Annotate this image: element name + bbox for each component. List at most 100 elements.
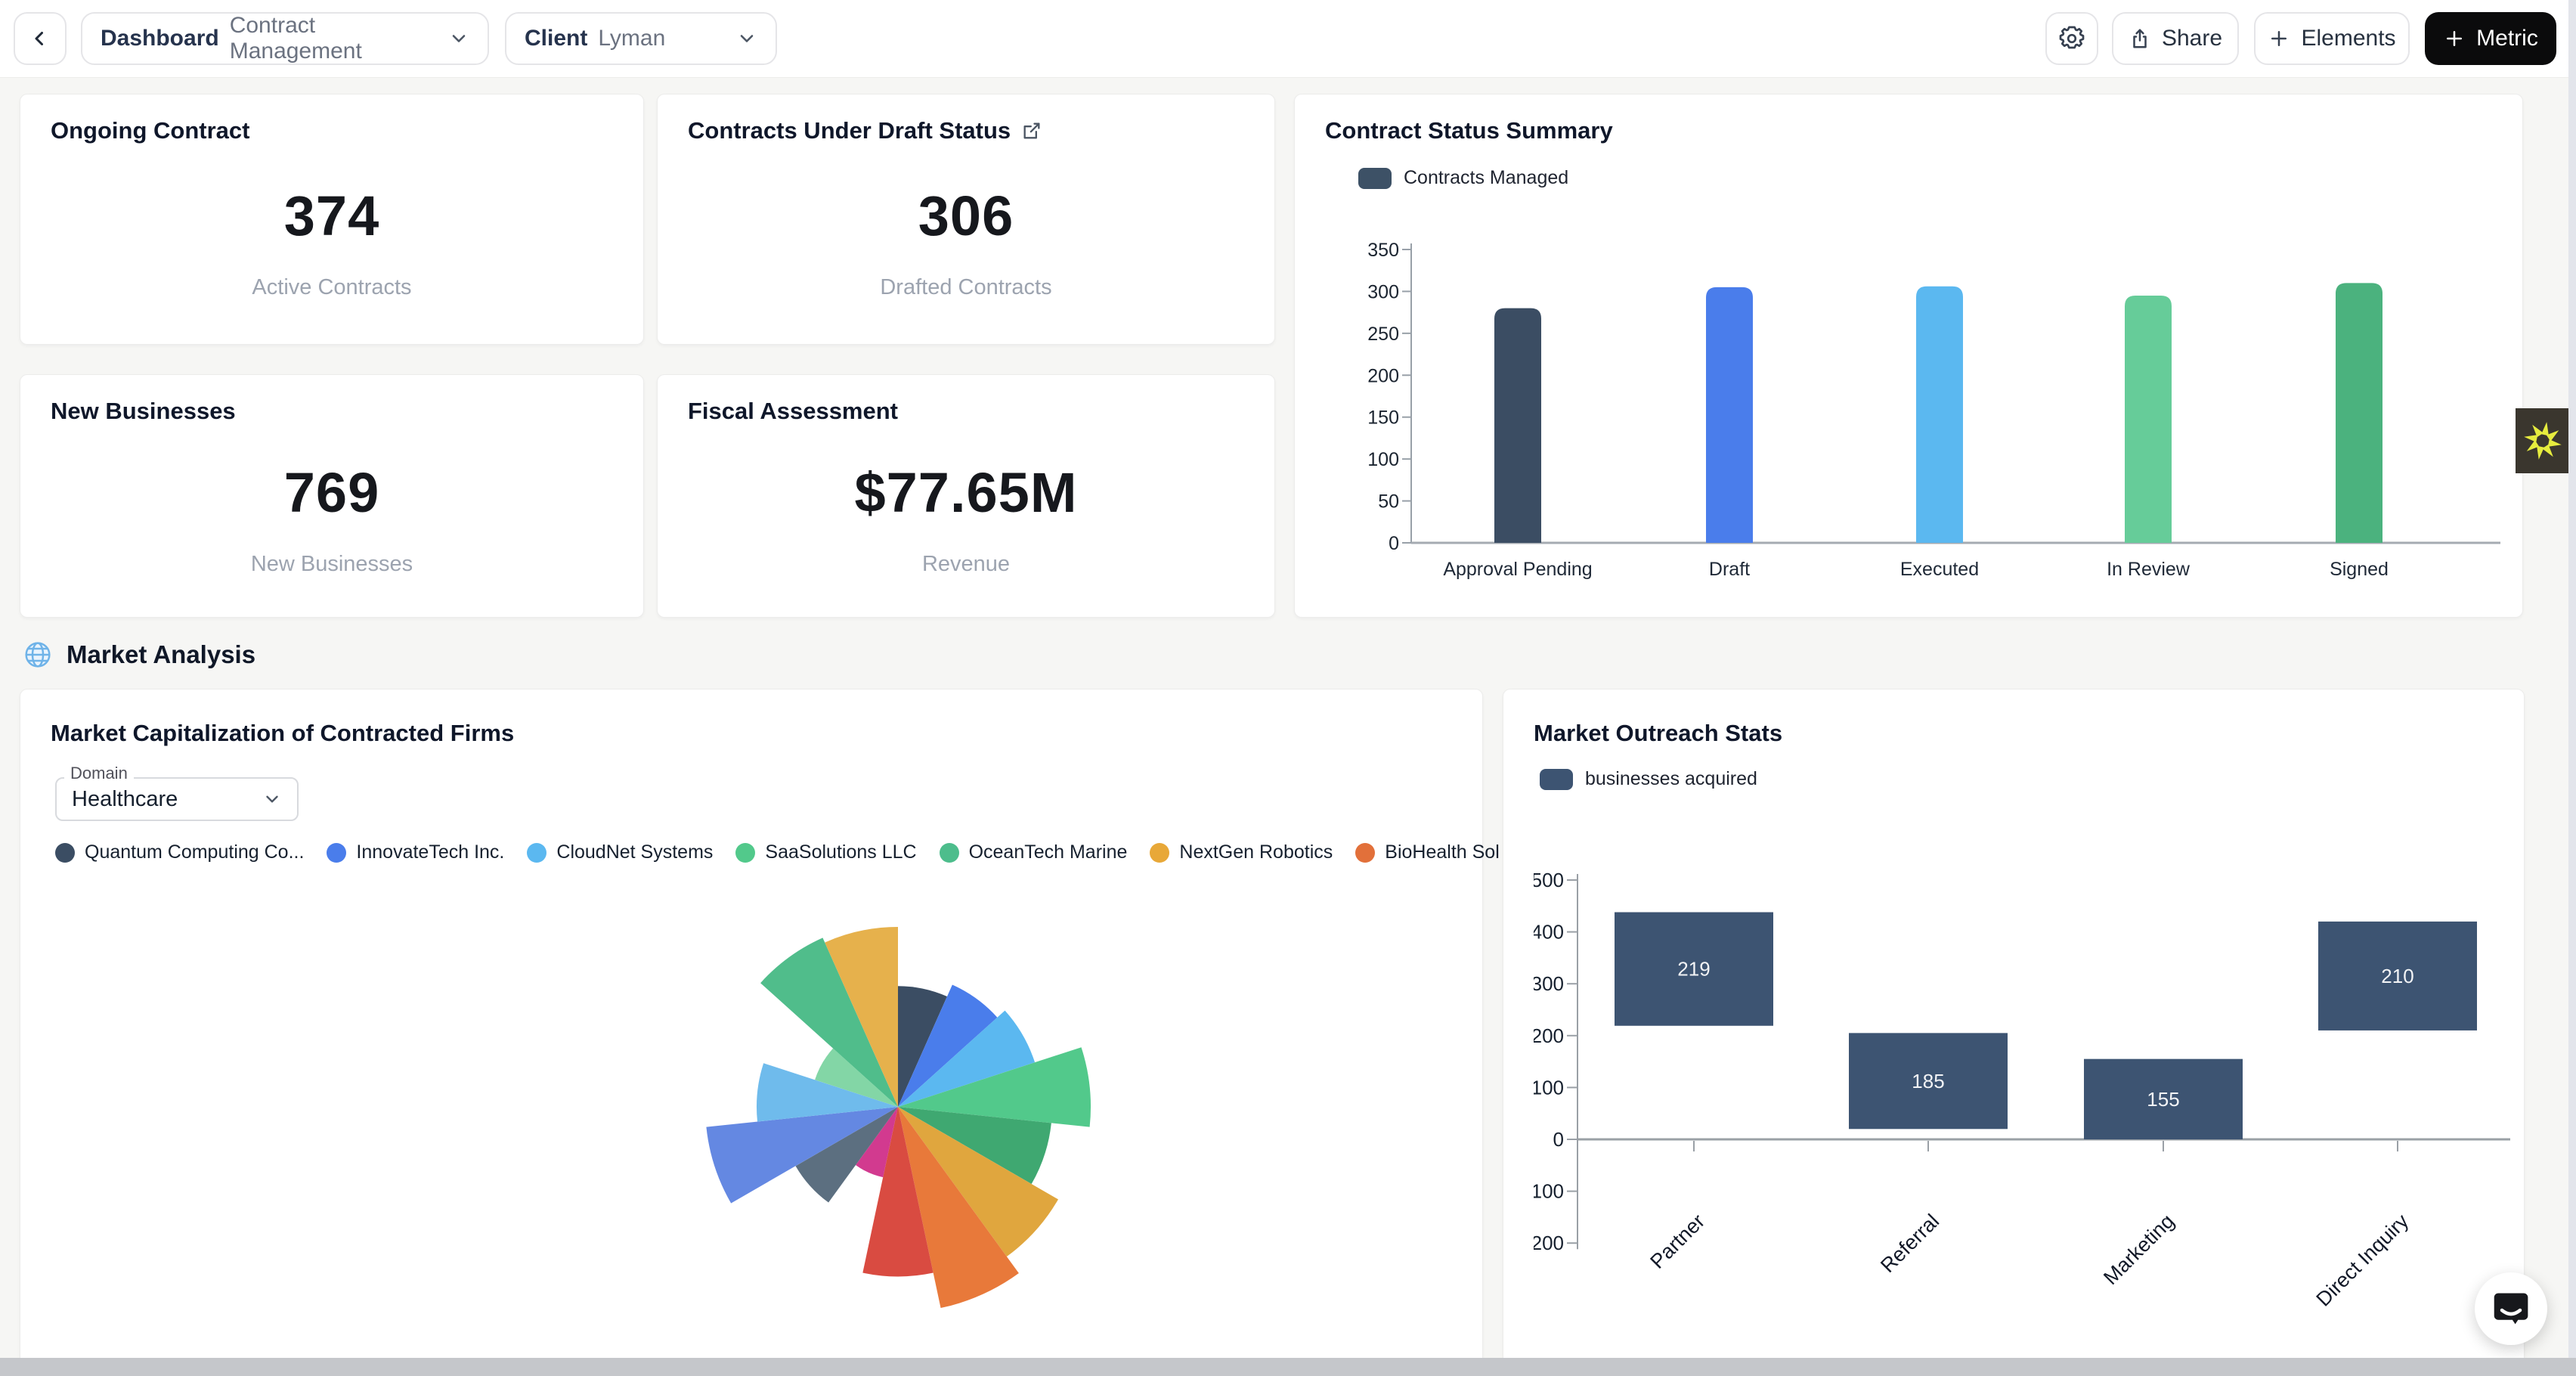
svg-text:300: 300 — [1534, 972, 1564, 995]
legend-dot — [327, 843, 346, 863]
legend-dot — [1355, 843, 1375, 863]
svg-text:300: 300 — [1367, 281, 1399, 302]
chevron-left-icon — [29, 27, 51, 50]
svg-text:210: 210 — [2381, 965, 2413, 987]
svg-text:Approval Pending: Approval Pending — [1443, 559, 1592, 580]
kpi-body: 374 Active Contracts — [20, 140, 643, 344]
kpi-label: Active Contracts — [252, 275, 411, 300]
market-outreach-bar-chart[interactable]: 5004003002001000-100-200219Partner185Ref… — [1534, 841, 2516, 1340]
gear-icon — [2058, 25, 2085, 52]
settings-button[interactable] — [2045, 12, 2098, 65]
svg-text:Signed: Signed — [2330, 559, 2389, 580]
chart-title: Market Outreach Stats — [1534, 720, 1782, 747]
chevron-down-icon — [262, 789, 282, 809]
external-link-icon[interactable] — [1021, 120, 1042, 141]
legend-item-label: InnovateTech Inc. — [356, 841, 504, 863]
svg-text:200: 200 — [1367, 365, 1399, 386]
svg-text:Draft: Draft — [1709, 559, 1750, 580]
kpi-label: New Businesses — [251, 552, 413, 577]
add-metric-button[interactable]: Metric — [2425, 12, 2556, 65]
svg-text:50: 50 — [1378, 491, 1399, 513]
share-button[interactable]: Share — [2112, 12, 2239, 65]
vertical-scrollbar[interactable] — [2568, 0, 2576, 1358]
svg-text:In Review: In Review — [2107, 559, 2191, 580]
svg-text:0: 0 — [1389, 533, 1399, 554]
svg-text:Marketing: Marketing — [2099, 1210, 2178, 1289]
kpi-body: 769 New Businesses — [20, 420, 643, 617]
legend-label: businesses acquired — [1585, 768, 1757, 790]
svg-text:-200: -200 — [1534, 1232, 1564, 1254]
legend-item-label: NextGen Robotics — [1179, 841, 1333, 863]
contract-status-summary-card: Contract Status Summary Contracts Manage… — [1294, 94, 2523, 618]
kpi-value: 769 — [284, 460, 379, 525]
share-button-label: Share — [2162, 26, 2222, 51]
svg-text:-100: -100 — [1534, 1180, 1564, 1203]
topbar: Dashboard Contract Management Client Lym… — [0, 0, 2576, 78]
legend-item[interactable]: InnovateTech Inc. — [327, 841, 504, 863]
svg-text:155: 155 — [2147, 1088, 2179, 1111]
chart-title: Contract Status Summary — [1325, 117, 1613, 144]
client-select-label: Client — [525, 26, 587, 51]
market-analysis-section-header: Market Analysis — [23, 640, 255, 670]
floating-brand-widget[interactable] — [2516, 408, 2570, 473]
legend-item-label: Quantum Computing Co... — [85, 841, 304, 863]
legend-item[interactable]: NextGen Robotics — [1150, 841, 1333, 863]
plus-icon — [2268, 27, 2290, 50]
svg-text:350: 350 — [1367, 240, 1399, 261]
svg-text:Executed: Executed — [1900, 559, 1979, 580]
svg-text:185: 185 — [1912, 1070, 1944, 1092]
legend-swatch — [1540, 769, 1573, 790]
legend-item[interactable]: BioHealth Sol — [1355, 841, 1499, 863]
market-outreach-card: Market Outreach Stats businesses acquire… — [1503, 689, 2525, 1376]
svg-text:200: 200 — [1534, 1024, 1564, 1047]
svg-text:219: 219 — [1677, 958, 1710, 981]
client-select[interactable]: Client Lyman — [505, 12, 777, 65]
kpi-value: 306 — [918, 184, 1014, 248]
svg-text:400: 400 — [1534, 921, 1564, 944]
section-title: Market Analysis — [67, 640, 255, 669]
contract-status-bar-chart[interactable]: 050100150200250300350Approval PendingDra… — [1333, 185, 2512, 609]
chevron-down-icon — [448, 28, 469, 49]
svg-text:100: 100 — [1367, 449, 1399, 470]
legend-dot — [527, 843, 546, 863]
elements-button[interactable]: Elements — [2254, 12, 2410, 65]
kpi-body: 306 Drafted Contracts — [658, 140, 1274, 344]
kpi-label: Drafted Contracts — [880, 275, 1051, 300]
kpi-card-contracts-under-draft: Contracts Under Draft Status 306 Drafted… — [657, 94, 1275, 345]
outreach-legend[interactable]: businesses acquired — [1540, 768, 1757, 790]
market-cap-rose-chart[interactable] — [633, 842, 1163, 1371]
kpi-body: $77.65M Revenue — [658, 420, 1274, 617]
svg-text:Referral: Referral — [1876, 1210, 1943, 1277]
legend-item-label: BioHealth Sol — [1385, 841, 1499, 863]
globe-icon — [23, 640, 53, 670]
svg-text:Partner: Partner — [1646, 1210, 1709, 1273]
svg-text:250: 250 — [1367, 324, 1399, 345]
asterisk-burst-icon — [2521, 419, 2565, 463]
kpi-label: Revenue — [922, 552, 1010, 577]
dashboard-select[interactable]: Dashboard Contract Management — [81, 12, 489, 65]
kpi-value: 374 — [284, 184, 379, 248]
legend-item[interactable]: Quantum Computing Co... — [55, 841, 304, 863]
chat-bubble-smile-icon — [2490, 1288, 2532, 1330]
domain-select-label: Domain — [64, 765, 134, 782]
horizontal-scrollbar[interactable] — [0, 1358, 2576, 1376]
kpi-card-ongoing-contract: Ongoing Contract 374 Active Contracts — [20, 94, 644, 345]
chevron-down-icon — [736, 28, 757, 49]
plus-icon — [2443, 27, 2466, 50]
elements-button-label: Elements — [2301, 26, 2395, 51]
domain-select[interactable]: Healthcare — [55, 777, 299, 821]
dashboard-page: Dashboard Contract Management Client Lym… — [0, 0, 2576, 1376]
kpi-card-new-businesses: New Businesses 769 New Businesses — [20, 374, 644, 618]
dashboard-select-label: Dashboard — [101, 26, 219, 51]
client-select-value: Lyman — [598, 26, 665, 51]
market-cap-card: Market Capitalization of Contracted Firm… — [20, 689, 1483, 1376]
svg-text:Direct Inquiry: Direct Inquiry — [2312, 1210, 2413, 1311]
kpi-value: $77.65M — [855, 460, 1078, 525]
chat-launcher-button[interactable] — [2475, 1272, 2547, 1345]
svg-text:500: 500 — [1534, 869, 1564, 891]
svg-text:100: 100 — [1534, 1076, 1564, 1099]
dashboard-select-value: Contract Management — [230, 13, 438, 64]
kpi-card-fiscal-assessment: Fiscal Assessment $77.65M Revenue — [657, 374, 1275, 618]
back-button[interactable] — [14, 12, 67, 65]
share-icon — [2129, 27, 2151, 50]
